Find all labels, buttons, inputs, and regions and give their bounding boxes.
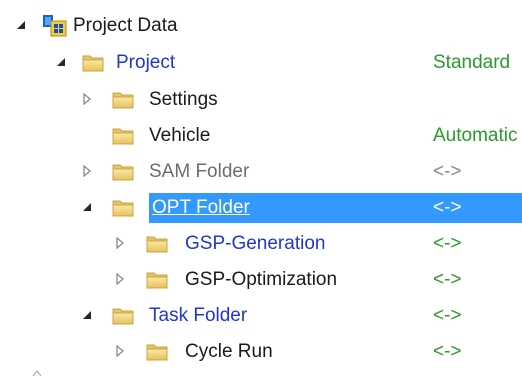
folder-icon	[146, 234, 168, 253]
collapsed-arrow-icon[interactable]	[112, 334, 130, 370]
tree-node-value: <->	[433, 197, 462, 218]
tree-node-sam-folder[interactable]: SAM Folder <->	[0, 154, 522, 190]
folder-icon	[112, 126, 134, 145]
tree-node-settings[interactable]: Settings	[0, 82, 522, 118]
folder-icon	[112, 162, 134, 181]
tree-node-project[interactable]: Project Standard	[0, 45, 522, 81]
folder-icon	[112, 198, 134, 217]
tree-node-opt-folder[interactable]: OPT Folder <->	[0, 190, 522, 226]
tree-node-value: <->	[433, 305, 462, 326]
tree-node-label: Vehicle	[149, 125, 211, 146]
tree-node-cycle-run[interactable]: Cycle Run <->	[0, 334, 522, 370]
project-data-icon	[42, 12, 68, 40]
tree-node-gsp-generation[interactable]: GSP-Generation <->	[0, 226, 522, 262]
project-tree: Project Data Project Standard Settings V…	[0, 0, 522, 377]
tree-node-value: <->	[433, 161, 462, 182]
folder-icon	[82, 53, 104, 72]
expanded-arrow-icon[interactable]	[53, 45, 71, 81]
folder-icon	[112, 90, 134, 109]
tree-node-label: GSP-Generation	[185, 233, 326, 254]
tree-node-label: Cycle Run	[185, 341, 273, 362]
tree-node-value: Standard	[433, 52, 511, 73]
folder-icon	[112, 306, 134, 325]
tree-node-label: Settings	[149, 89, 218, 110]
tree-node-label: GSP-Optimization	[185, 269, 338, 290]
folder-icon	[146, 270, 168, 289]
tree-node-label: SAM Folder	[149, 161, 250, 182]
tree-node-vehicle[interactable]: Vehicle Automatic	[0, 118, 522, 154]
tree-node-label: Project	[116, 52, 176, 73]
collapsed-arrow-icon[interactable]	[112, 262, 130, 298]
tree-node-gsp-optimization[interactable]: GSP-Optimization <->	[0, 262, 522, 298]
collapsed-arrow-icon[interactable]	[112, 226, 130, 262]
expanded-arrow-icon[interactable]	[13, 8, 31, 44]
tree-node-value: <->	[433, 269, 462, 290]
expanded-arrow-icon[interactable]	[79, 190, 97, 226]
tree-node-value: <->	[433, 233, 462, 254]
collapsed-arrow-icon[interactable]	[79, 82, 97, 118]
tree-node-label: Project Data	[73, 15, 178, 36]
tree-node-value: Automatic	[433, 125, 518, 146]
tree-node-label: Task Folder	[149, 305, 248, 326]
tree-node-label: OPT Folder	[152, 197, 250, 218]
tree-node-project-data[interactable]: Project Data	[0, 8, 522, 44]
tree-node-task-folder[interactable]: Task Folder <->	[0, 298, 522, 334]
expanded-arrow-icon[interactable]	[79, 298, 97, 334]
collapsed-arrow-icon[interactable]	[79, 154, 97, 190]
partial-arrow-icon	[30, 360, 44, 377]
folder-icon	[146, 342, 168, 361]
tree-node-value: <->	[433, 341, 462, 362]
